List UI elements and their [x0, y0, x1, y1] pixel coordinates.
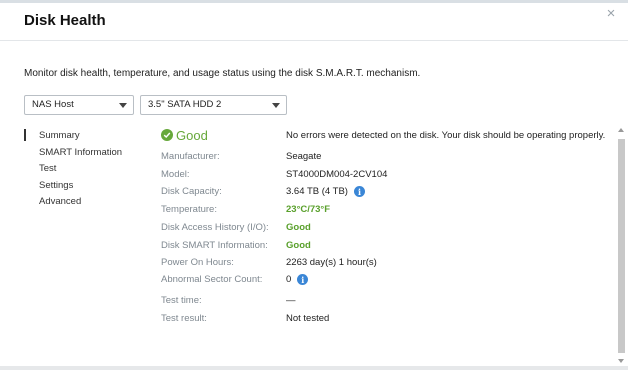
health-status: Good	[161, 127, 208, 143]
host-select[interactable]: NAS Host	[24, 95, 134, 115]
field-value-wrap: 0 i	[286, 274, 309, 285]
field-power-on-hours: Power On Hours: 2263 day(s) 1 hour(s)	[161, 257, 601, 271]
field-label: Disk Access History (I/O):	[161, 222, 269, 233]
field-temperature: Temperature: 23°C/73°F	[161, 204, 601, 218]
host-select-value: NAS Host	[32, 99, 74, 110]
field-label: Model:	[161, 169, 190, 180]
health-message: No errors were detected on the disk. You…	[286, 130, 606, 141]
check-circle-icon	[161, 129, 173, 141]
smart-info-value: Good	[286, 240, 311, 251]
info-icon[interactable]: i	[297, 274, 309, 285]
field-label: Test result:	[161, 313, 207, 324]
nav-item-settings[interactable]: Settings	[39, 180, 122, 197]
nav-item-advanced[interactable]: Advanced	[39, 196, 122, 213]
test-result-value: Not tested	[286, 313, 330, 324]
field-model: Model: ST4000DM004-2CV104	[161, 169, 601, 183]
field-test-time: Test time: —	[161, 295, 601, 309]
field-label: Abnormal Sector Count:	[161, 274, 263, 285]
field-value-wrap: 3.64 TB (4 TB) i	[286, 186, 365, 197]
field-label: Disk SMART Information:	[161, 240, 268, 251]
field-label: Power On Hours:	[161, 257, 234, 268]
capacity-value: 3.64 TB (4 TB)	[286, 186, 348, 197]
scroll-down-icon[interactable]	[618, 359, 624, 363]
dialog-description: Monitor disk health, temperature, and us…	[24, 68, 421, 79]
disk-select[interactable]: 3.5" SATA HDD 2	[140, 95, 287, 115]
nav-active-marker	[24, 129, 26, 141]
power-on-value: 2263 day(s) 1 hour(s)	[286, 257, 377, 268]
field-test-result: Test result: Not tested	[161, 313, 601, 327]
field-manufacturer: Manufacturer: Seagate	[161, 151, 601, 165]
disk-select-value: 3.5" SATA HDD 2	[148, 99, 222, 110]
dialog-title: Disk Health	[24, 12, 106, 29]
temperature-value: 23°C/73°F	[286, 204, 331, 215]
chevron-down-icon	[272, 103, 280, 108]
nav-item-test[interactable]: Test	[39, 163, 122, 180]
info-icon[interactable]: i	[353, 186, 365, 197]
field-smart-info: Disk SMART Information: Good	[161, 240, 601, 254]
field-access-history: Disk Access History (I/O): Good	[161, 222, 601, 236]
field-label: Disk Capacity:	[161, 186, 222, 197]
field-label: Manufacturer:	[161, 151, 220, 162]
dialog-bottom-edge	[0, 366, 628, 370]
test-time-value: —	[286, 295, 296, 306]
health-status-label: Good	[176, 127, 208, 143]
nav-item-smart-information[interactable]: SMART Information	[39, 147, 122, 164]
field-label: Test time:	[161, 295, 202, 306]
chevron-down-icon	[119, 103, 127, 108]
scroll-up-icon[interactable]	[618, 128, 624, 132]
field-capacity: Disk Capacity: 3.64 TB (4 TB) i	[161, 186, 601, 200]
field-value: ST4000DM004-2CV104	[286, 169, 388, 180]
content-scrollbar[interactable]	[617, 128, 626, 363]
field-label: Temperature:	[161, 204, 217, 215]
field-abnormal-sector: Abnormal Sector Count: 0 i	[161, 274, 601, 288]
disk-health-dialog: Disk Health × Monitor disk health, tempe…	[0, 3, 628, 370]
scroll-thumb[interactable]	[618, 139, 625, 353]
nav-item-summary[interactable]: Summary	[39, 130, 122, 147]
field-value: Seagate	[286, 151, 322, 162]
access-history-value: Good	[286, 222, 311, 233]
side-nav: Summary SMART Information Test Settings …	[39, 130, 122, 213]
abnormal-sector-value: 0	[286, 274, 292, 285]
title-divider	[0, 40, 628, 41]
close-icon[interactable]: ×	[604, 6, 618, 21]
